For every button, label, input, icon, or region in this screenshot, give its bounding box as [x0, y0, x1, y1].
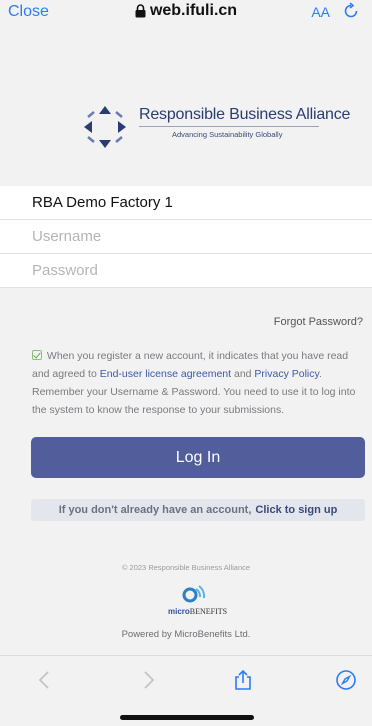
password-input[interactable]: [32, 262, 332, 279]
signup-prompt: If you don't already have an account,: [58, 504, 252, 516]
rba-logo-icon: [84, 106, 126, 148]
password-row: [0, 254, 372, 288]
back-icon[interactable]: [34, 669, 56, 691]
agree-checkbox[interactable]: [32, 350, 42, 360]
share-icon[interactable]: [232, 669, 254, 691]
browser-top-bar: Close web.ifuli.cn AA: [0, 0, 372, 30]
text-size-button[interactable]: AA: [311, 4, 330, 20]
agreement-text: When you register a new account, it indi…: [32, 347, 366, 419]
eula-link[interactable]: End-user license agreement: [100, 368, 231, 380]
username-row: [0, 220, 372, 254]
powered-by-text: Powered by MicroBenefits Ltd.: [121, 629, 251, 640]
username-input[interactable]: [32, 228, 332, 245]
forward-icon[interactable]: [137, 669, 159, 691]
url-text: web.ifuli.cn: [149, 2, 238, 19]
logo-divider: [139, 126, 319, 127]
logo-tagline: Advancing Sustainability Globally: [172, 130, 283, 139]
mb-brand-prefix: micro: [168, 607, 190, 616]
copyright-text: © 2023 Responsible Business Alliance: [121, 563, 251, 572]
forgot-password-link[interactable]: Forgot Password?: [274, 316, 363, 328]
logo-title: Responsible Business Alliance: [139, 106, 351, 123]
logo-area: Responsible Business Alliance Advancing …: [0, 30, 372, 180]
login-form: RBA Demo Factory 1: [0, 186, 372, 288]
signup-link[interactable]: Click to sign up: [255, 504, 337, 516]
home-indicator: [120, 715, 254, 720]
reload-icon[interactable]: [342, 2, 360, 20]
privacy-policy-link[interactable]: Privacy Policy: [254, 368, 319, 380]
company-name: RBA Demo Factory 1: [0, 186, 372, 220]
lock-icon: [135, 4, 146, 18]
login-button[interactable]: Log In: [31, 437, 365, 478]
signup-bar: If you don't already have an account, Cl…: [31, 499, 365, 521]
agree-and: and: [231, 368, 255, 380]
mb-brand-suffix: BENEFITS: [189, 607, 228, 616]
microbenefits-brand: microBENEFITS: [168, 607, 227, 616]
compass-icon[interactable]: [335, 669, 357, 691]
